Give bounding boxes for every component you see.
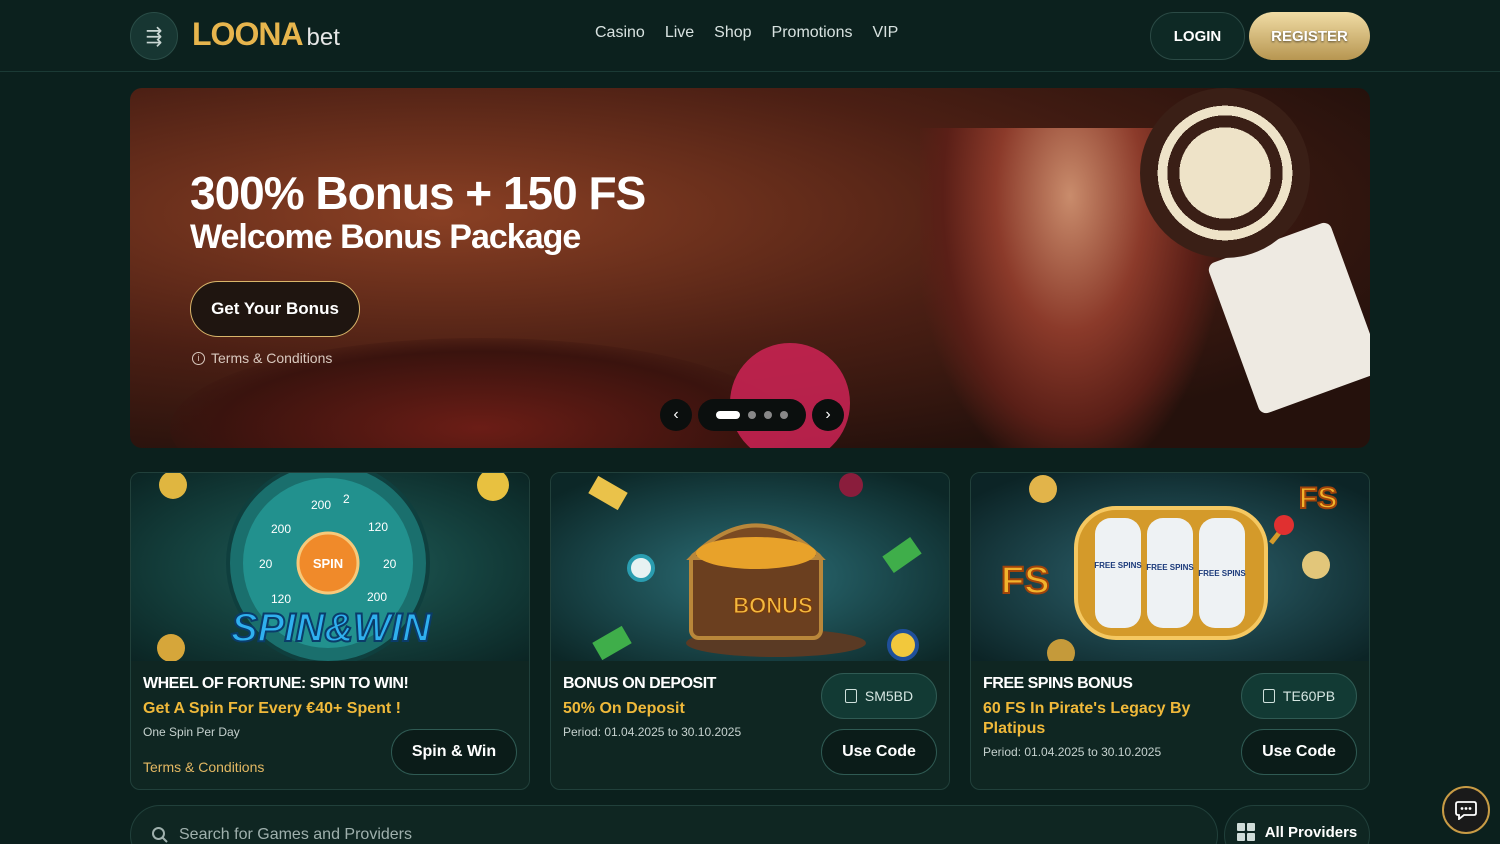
hero-title: 300% Bonus + 150 FS [190,167,646,219]
promo-subtitle: Get A Spin For Every €40+ Spent ! [143,700,401,717]
promo-terms-link[interactable]: Terms & Conditions [143,759,264,775]
logo-main-text: LOONA [192,16,304,52]
all-providers-button[interactable]: All Providers [1224,805,1370,844]
promo-title: FREE SPINS BONUS [983,675,1133,692]
menu-toggle-button[interactable]: ⇶ [130,12,178,60]
promo-code: SM5BD [864,688,914,704]
search-input[interactable] [179,826,779,844]
site-logo[interactable]: LOONA bet [192,16,340,56]
info-icon: i [192,351,205,365]
main-nav: Casino Live Shop Promotions VIP [595,24,898,42]
pink-chip-image [730,343,850,448]
wheel-segment-label: 120 [368,520,388,534]
carousel-prev-button[interactable]: ‹ [660,399,692,431]
wheel-segment-label: 120 [271,592,291,606]
chevron-right-icon: › [825,406,831,423]
wheel-segment-label: 20 [259,557,273,571]
promo-card-deposit: BONUS BONUS ON DEPOSIT 50% On Deposit Pe… [550,472,950,790]
promo-subtitle: 60 FS In Pirate's Legacy By Platipus [983,700,1191,737]
top-header: ⇶ LOONA bet Casino Live Shop Promotions … [0,0,1500,72]
hero-subtitle: Welcome Bonus Package [190,218,581,256]
carousel-dot[interactable] [748,411,756,419]
fs-art-text: FS [1001,560,1050,602]
carousel-dot[interactable] [764,411,772,419]
nav-vip[interactable]: VIP [872,24,898,42]
chevron-left-icon: ‹ [673,406,679,423]
promo-code: TE60PB [1282,688,1336,704]
use-code-button[interactable]: Use Code [821,729,937,775]
copy-icon [1262,689,1275,703]
promo-subtitle: 50% On Deposit [563,700,685,717]
wheel-segment-label: 2 [343,492,350,506]
hero-banner[interactable]: 300% Bonus + 150 FS Welcome Bonus Packag… [130,88,1370,448]
promo-title: WHEEL OF FORTUNE: SPIN TO WIN! [143,675,409,692]
promo-title: BONUS ON DEPOSIT [563,675,716,692]
poker-chip-image [1140,88,1310,258]
treasure-chest-image: BONUS [551,473,949,661]
spin-wheel-image: SPIN 200 120 20 120 200 20 200 2 SPIN&WI… [131,473,529,661]
wheel-segment-label: 200 [311,498,331,512]
promo-period: Period: 01.04.2025 to 30.10.2025 [563,725,742,739]
wheel-segment-label: 200 [367,590,387,604]
nav-shop[interactable]: Shop [714,24,751,42]
menu-icon: ⇶ [145,25,163,48]
spin-win-button[interactable]: Spin & Win [391,729,517,775]
carousel-dot[interactable] [780,411,788,419]
nav-promotions[interactable]: Promotions [772,24,853,42]
live-chat-button[interactable] [1442,786,1490,834]
promo-card-wheel: SPIN 200 120 20 120 200 20 200 2 SPIN&WI… [130,472,530,790]
use-code-button[interactable]: Use Code [1241,729,1357,775]
promo-card-freespins: FREE SPINS FREE SPINS FREE SPINS FS FS F… [970,472,1370,790]
reel-label: FREE SPINS [1198,569,1246,578]
promo-note: One Spin Per Day [143,725,240,739]
bonus-art-text: BONUS [733,593,812,618]
wheel-center-label: SPIN [313,556,343,571]
carousel-dots [698,399,806,431]
spin-win-art-text: SPIN&WIN [231,606,432,650]
reel-label: FREE SPINS [1146,563,1194,572]
promo-period: Period: 01.04.2025 to 30.10.2025 [983,745,1162,759]
slot-machine-image: FREE SPINS FREE SPINS FREE SPINS FS FS [971,473,1369,661]
register-button[interactable]: REGISTER [1249,12,1370,60]
hero-terms-label: Terms & Conditions [211,350,333,366]
grid-icon [1236,823,1255,841]
search-icon [152,827,168,843]
promo-code-copy-button[interactable]: TE60PB [1241,673,1357,719]
get-bonus-button[interactable]: Get Your Bonus [190,281,360,337]
login-button[interactable]: LOGIN [1150,12,1245,60]
hero-terms-link[interactable]: i Terms & Conditions [192,350,332,366]
wheel-segment-label: 20 [383,557,397,571]
wheel-segment-label: 200 [271,522,291,536]
carousel-next-button[interactable]: › [812,399,844,431]
nav-casino[interactable]: Casino [595,24,645,42]
all-providers-label: All Providers [1264,823,1358,841]
chat-icon [1455,801,1477,820]
fs-art-text: FS [1299,482,1337,515]
reel-label: FREE SPINS [1094,561,1142,570]
logo-sub-text: bet [306,24,340,51]
promo-code-copy-button[interactable]: SM5BD [821,673,937,719]
nav-live[interactable]: Live [665,24,694,42]
copy-icon [844,689,857,703]
carousel-controls: ‹ › [660,399,844,431]
carousel-dot[interactable] [716,411,740,419]
game-search-bar[interactable] [130,805,1218,844]
